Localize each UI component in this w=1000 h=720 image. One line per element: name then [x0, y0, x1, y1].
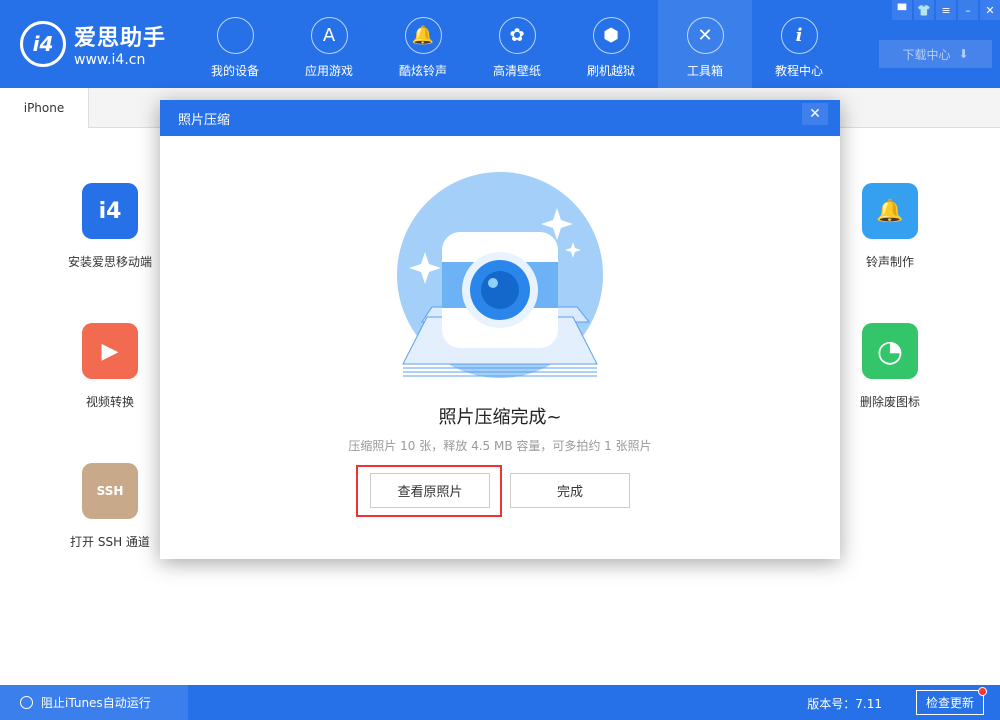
nav-label: 应用游戏 [305, 62, 353, 79]
tools-icon: ✕ [687, 17, 724, 54]
nav-flash-jailbreak[interactable]: ⬢ 刷机越狱 [564, 0, 658, 88]
skin-icon[interactable]: 👕 [914, 0, 934, 20]
header: i4 爱思助手www.i4.cn 我的设备 A 应用游戏 🔔 酷炫铃声 ✿ 高清壁纸 … [0, 0, 1000, 88]
nav-my-device[interactable]: 我的设备 [188, 0, 282, 88]
nav-label: 工具箱 [687, 62, 723, 79]
tool-label: 删除废图标 [860, 393, 920, 410]
nav-label: 酷炫铃声 [399, 62, 447, 79]
status-bar: 阻止iTunes自动运行 版本号：7.11 检查更新 [0, 685, 1000, 720]
box-icon: ⬢ [593, 17, 630, 54]
nav-tutorials[interactable]: i 教程中心 [752, 0, 846, 88]
app-url: www.i4.cn [74, 52, 166, 68]
apple-icon [217, 17, 254, 54]
dialog-close-button[interactable]: ✕ [802, 103, 828, 125]
logo-icon: i4 [20, 21, 66, 67]
download-icon: ⬇ [958, 47, 968, 61]
tool-ssh[interactable]: SSH 打开 SSH 通道 [55, 463, 165, 550]
logo: i4 爱思助手www.i4.cn [20, 20, 166, 68]
tool-install-mobile[interactable]: i4 安装爱思移动端 [55, 183, 165, 270]
bell-icon: 🔔 [405, 17, 442, 54]
nav-apps[interactable]: A 应用游戏 [282, 0, 376, 88]
info-icon: i [781, 17, 818, 54]
download-center-button[interactable]: 下载中心 ⬇ [879, 40, 992, 68]
bell-icon: 🔔 [862, 183, 918, 239]
dialog-header: 照片压缩 ✕ [160, 100, 840, 136]
nav-toolbox[interactable]: ✕ 工具箱 [658, 0, 752, 88]
photo-compress-dialog: 照片压缩 ✕ 照片压缩完成~ 压缩照片 10 张，释放 4.5 MB 容量，可多拍… [160, 100, 840, 559]
nav-ringtones[interactable]: 🔔 酷炫铃声 [376, 0, 470, 88]
minimize-icon[interactable]: – [958, 0, 978, 20]
camera-illustration [397, 172, 603, 384]
tool-label: 铃声制作 [866, 253, 914, 270]
tool-video-convert[interactable]: ▶ 视频转换 [55, 323, 165, 410]
dialog-heading: 照片压缩完成~ [160, 403, 840, 429]
done-button[interactable]: 完成 [510, 473, 630, 508]
tool-delete-icons[interactable]: ◔ 删除废图标 [835, 323, 945, 410]
nav-label: 教程中心 [775, 62, 823, 79]
pie-icon: ◔ [862, 323, 918, 379]
terminal-icon: SSH [82, 463, 138, 519]
compress-summary: 压缩照片 10 张，释放 4.5 MB 容量，可多拍约 1 张照片 [160, 437, 840, 454]
nav-label: 高清壁纸 [493, 62, 541, 79]
block-itunes-toggle[interactable]: 阻止iTunes自动运行 [0, 685, 188, 720]
view-original-button[interactable]: 查看原照片 [370, 473, 490, 508]
download-label: 下载中心 [902, 46, 950, 63]
close-icon[interactable]: ✕ [980, 0, 1000, 20]
flower-icon: ✿ [499, 17, 536, 54]
tool-ringtone-maker[interactable]: 🔔 铃声制作 [835, 183, 945, 270]
dialog-title: 照片压缩 [178, 109, 230, 128]
nav-label: 我的设备 [211, 62, 259, 79]
tool-label: 视频转换 [86, 393, 134, 410]
menu-icon[interactable]: ≡ [936, 0, 956, 20]
play-icon: ▶ [82, 323, 138, 379]
check-update-button[interactable]: 检查更新 [916, 690, 984, 715]
nav-label: 刷机越狱 [587, 62, 635, 79]
version-label: 版本号：7.11 [807, 695, 882, 712]
main-nav: 我的设备 A 应用游戏 🔔 酷炫铃声 ✿ 高清壁纸 ⬢ 刷机越狱 ✕ 工具箱 i 教程中心 [188, 0, 846, 88]
itunes-label: 阻止iTunes自动运行 [41, 694, 151, 711]
app-name: 爱思助手 [74, 20, 166, 52]
nav-wallpapers[interactable]: ✿ 高清壁纸 [470, 0, 564, 88]
update-label: 检查更新 [926, 694, 974, 711]
window-controls: ▀ 👕 ≡ – ✕ [892, 0, 1000, 20]
appstore-icon: A [311, 17, 348, 54]
radio-icon [20, 696, 33, 709]
notification-dot [978, 687, 987, 696]
tab-iphone[interactable]: iPhone [0, 88, 89, 128]
tool-label: 打开 SSH 通道 [70, 533, 150, 550]
i4-icon: i4 [82, 183, 138, 239]
feedback-icon[interactable]: ▀ [892, 0, 912, 20]
tool-label: 安装爱思移动端 [68, 253, 152, 270]
